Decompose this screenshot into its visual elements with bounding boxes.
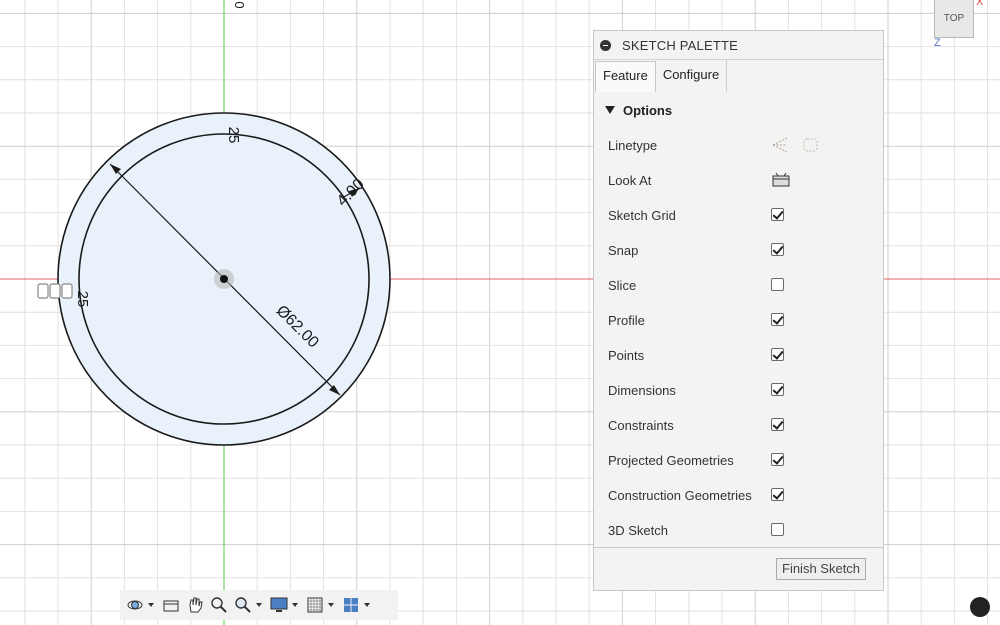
options-section-title: Options <box>623 102 673 118</box>
finish-sketch-button[interactable]: Finish Sketch <box>776 558 867 580</box>
option-label: Linetype <box>608 138 658 153</box>
option-checkbox[interactable] <box>771 243 784 256</box>
option-checkbox[interactable] <box>771 208 784 221</box>
option-label: Slice <box>608 278 637 293</box>
tab-feature[interactable]: Feature <box>595 61 656 93</box>
option-row: Constraints <box>608 408 878 443</box>
option-label: Construction Geometries <box>608 488 752 503</box>
option-row: Profile <box>608 303 878 338</box>
origin-label: 0 <box>232 1 247 8</box>
navigation-toolbar <box>120 590 398 620</box>
option-row: Look At <box>608 163 878 198</box>
option-checkbox[interactable] <box>771 383 784 396</box>
checkbox[interactable] <box>771 418 784 431</box>
option-row: Points <box>608 338 878 373</box>
view-cube-x-axis-label: X <box>976 0 984 8</box>
collapse-icon[interactable] <box>600 39 611 51</box>
display-settings-icon[interactable] <box>268 594 290 616</box>
checkbox[interactable] <box>771 243 784 256</box>
palette-header: SKETCH PALETTE <box>594 31 883 60</box>
palette-tabs: Feature Configure <box>594 60 883 93</box>
option-row: Sketch Grid <box>608 198 878 233</box>
option-label: 3D Sketch <box>608 523 668 538</box>
pan-icon[interactable] <box>184 594 206 616</box>
orbit-icon[interactable] <box>124 594 146 616</box>
option-row: 3D Sketch <box>608 513 878 548</box>
option-checkbox[interactable] <box>771 278 784 291</box>
display-menu-caret[interactable] <box>292 603 298 607</box>
checkbox[interactable] <box>771 278 784 291</box>
zoom-icon[interactable] <box>208 594 230 616</box>
zoom-menu-caret[interactable] <box>256 603 262 607</box>
sketch-palette: SKETCH PALETTE Feature Configure Options… <box>593 30 884 591</box>
checkbox[interactable] <box>771 453 784 466</box>
option-label: Look At <box>608 173 652 188</box>
option-label: Sketch Grid <box>608 208 676 223</box>
option-checkbox[interactable] <box>771 488 784 501</box>
option-checkbox[interactable] <box>771 523 784 536</box>
checkbox[interactable] <box>771 523 784 536</box>
grid-snap-icon[interactable] <box>304 594 326 616</box>
tab-configure[interactable]: Configure <box>656 60 728 92</box>
look-at-icon[interactable] <box>771 171 791 192</box>
look-at-icon[interactable] <box>160 594 182 616</box>
center-point <box>220 275 228 283</box>
option-row: Projected Geometries <box>608 443 878 478</box>
palette-title: SKETCH PALETTE <box>622 37 738 53</box>
option-checkbox[interactable] <box>771 453 784 466</box>
option-label: Profile <box>608 313 645 328</box>
option-label: Dimensions <box>608 383 676 398</box>
option-checkbox[interactable] <box>771 348 784 361</box>
app-logo-icon <box>970 597 990 617</box>
checkbox[interactable] <box>771 488 784 501</box>
left-dimension-label[interactable]: 25 <box>74 291 91 308</box>
option-label: Constraints <box>608 418 674 433</box>
view-cube-z-axis-label: Z <box>934 37 941 49</box>
orbit-menu-caret[interactable] <box>148 603 154 607</box>
checkbox[interactable] <box>771 383 784 396</box>
viewports-menu-caret[interactable] <box>364 603 370 607</box>
top-dimension-label[interactable]: 25 <box>225 127 242 144</box>
checkbox[interactable] <box>771 313 784 326</box>
fit-icon[interactable] <box>232 594 254 616</box>
option-row: Linetype <box>608 128 878 163</box>
option-row: Slice <box>608 268 878 303</box>
option-checkbox[interactable] <box>771 313 784 326</box>
linetype-icons[interactable] <box>771 136 831 157</box>
grid-menu-caret[interactable] <box>328 603 334 607</box>
option-row: Dimensions <box>608 373 878 408</box>
viewports-icon[interactable] <box>340 594 362 616</box>
checkbox[interactable] <box>771 208 784 221</box>
construction-linetype-icon[interactable] <box>771 136 831 154</box>
option-label: Points <box>608 348 645 363</box>
expand-triangle-icon <box>605 106 615 114</box>
constraint-icon[interactable] <box>37 283 73 299</box>
option-row: Snap <box>608 233 878 268</box>
options-section-header[interactable]: Options <box>594 92 883 128</box>
option-checkbox[interactable] <box>771 418 784 431</box>
checkbox[interactable] <box>771 348 784 361</box>
option-label: Snap <box>608 243 639 258</box>
palette-content: Options Linetype Look At Sketch Grid Snap Sl… <box>594 92 883 548</box>
option-label: Projected Geometries <box>608 453 734 468</box>
view-cube[interactable]: TOP <box>934 0 974 38</box>
option-row: Construction Geometries <box>608 478 878 513</box>
